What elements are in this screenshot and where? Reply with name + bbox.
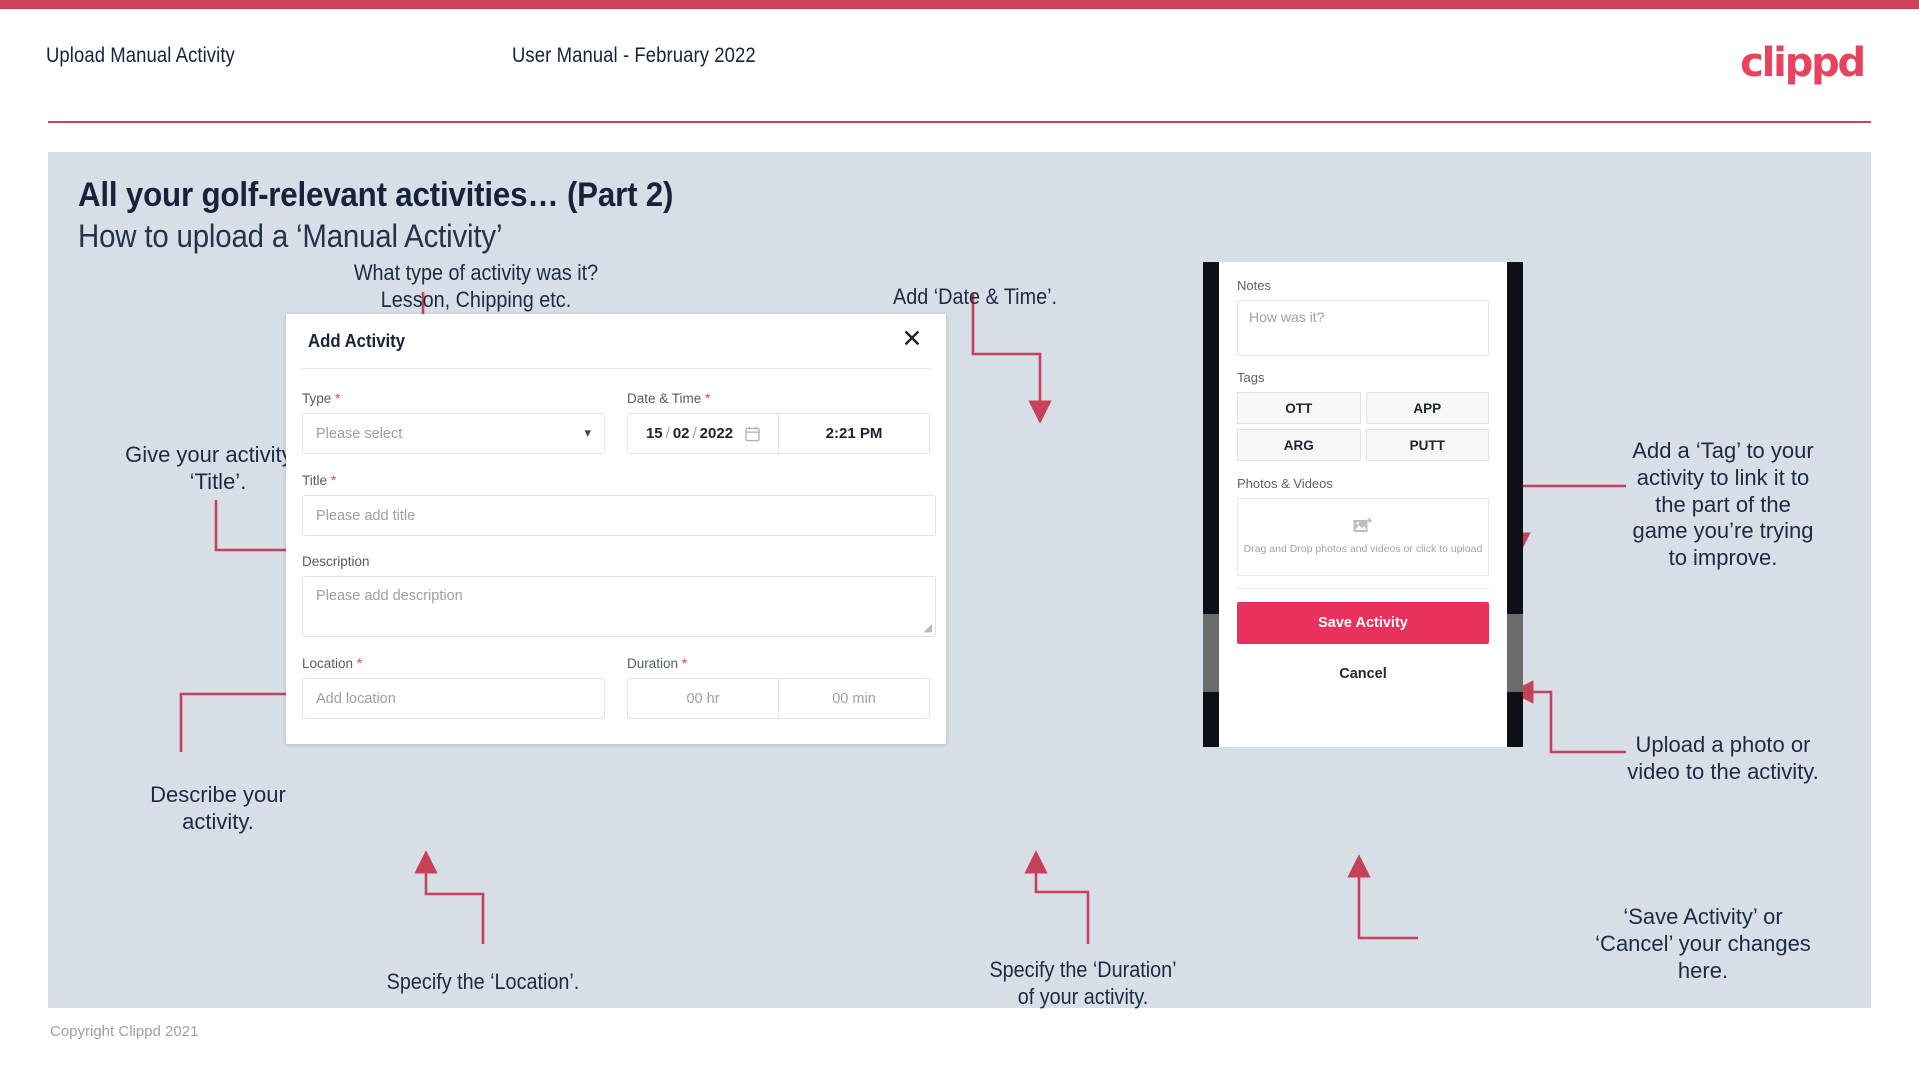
annotation-type: What type of activity was it? Lesson, Ch… <box>353 260 599 312</box>
field-title: Title * Please add title <box>302 472 936 536</box>
cancel-button[interactable]: Cancel <box>1237 666 1489 682</box>
dialog-title: Add Activity <box>308 330 406 351</box>
tags-grid: OTT APP ARG PUTT <box>1237 392 1489 461</box>
close-icon[interactable]: ✕ <box>898 326 926 354</box>
tag-button-arg[interactable]: ARG <box>1237 429 1361 461</box>
label-text-title: Title <box>302 473 328 488</box>
tags-label: Tags <box>1237 370 1265 385</box>
save-activity-button[interactable]: Save Activity <box>1237 602 1489 644</box>
field-label-duration: Duration * <box>627 655 930 671</box>
add-image-icon <box>1353 518 1372 533</box>
annotation-description: Describe your activity. <box>150 782 286 834</box>
description-textarea[interactable]: Please add description ◢ <box>302 576 936 637</box>
footer-copyright: Copyright Clippd 2021 <box>50 1023 199 1040</box>
annotation-location: Specify the ‘Location’. <box>386 969 580 994</box>
notes-label: Notes <box>1237 278 1271 293</box>
title-input[interactable]: Please add title <box>302 495 936 536</box>
date-day: 15 <box>645 425 663 442</box>
tag-button-putt[interactable]: PUTT <box>1365 429 1489 461</box>
phone-bezel-left-accent <box>1203 614 1219 692</box>
field-datetime: Date & Time * 15 / 02 / 2022 2:21 PM <box>627 390 930 454</box>
type-placeholder: Please select <box>316 425 403 442</box>
label-text-description: Description <box>302 554 370 569</box>
duration-hours-input[interactable]: 00 hr <box>628 679 778 718</box>
phone-bezel-right <box>1507 262 1523 747</box>
phone-divider <box>1237 588 1489 589</box>
header-divider <box>48 121 1871 123</box>
calendar-icon[interactable] <box>745 426 760 442</box>
slide-title: All your golf-relevant activities… (Part… <box>78 176 674 214</box>
chevron-down-icon: ▾ <box>584 426 591 441</box>
date-sep-1: / <box>665 425 670 442</box>
required-asterisk-duration: * <box>681 655 688 671</box>
resize-handle-icon[interactable]: ◢ <box>924 621 932 634</box>
label-text-duration: Duration <box>627 656 679 671</box>
description-placeholder: Please add description <box>316 588 463 604</box>
date-input[interactable]: 15 / 02 / 2022 <box>628 414 778 453</box>
dialog-body: Type * Please select ▾ Date & Time * 15 … <box>286 368 946 719</box>
date-month: 02 <box>672 425 690 442</box>
label-text-location: Location <box>302 656 354 671</box>
datetime-group: 15 / 02 / 2022 2:21 PM <box>627 413 930 454</box>
required-asterisk-title: * <box>330 472 337 488</box>
slide-subtitle: How to upload a ‘Manual Activity’ <box>78 218 503 254</box>
time-input[interactable]: 2:21 PM <box>779 414 929 453</box>
photos-label: Photos & Videos <box>1237 476 1333 491</box>
tag-button-ott[interactable]: OTT <box>1237 392 1361 424</box>
phone-bezel-right-accent <box>1507 614 1523 692</box>
add-activity-dialog: Add Activity ✕ Type * Please select ▾ Da… <box>286 314 946 744</box>
field-location: Location * Add location <box>302 655 605 719</box>
phone-content: Notes How was it? Tags OTT APP ARG PUTT … <box>1219 262 1507 682</box>
annotation-save: ‘Save Activity’ or ‘Cancel’ your changes… <box>1595 904 1811 983</box>
phone-bezel-left <box>1203 262 1219 747</box>
top-accent-bar <box>0 0 1919 9</box>
field-label-description: Description <box>302 554 930 569</box>
field-type: Type * Please select ▾ <box>302 390 605 454</box>
photo-dropzone[interactable]: Drag and Drop photos and videos or click… <box>1237 498 1489 576</box>
tag-button-app[interactable]: APP <box>1365 392 1489 424</box>
annotation-duration: Specify the ‘Duration’ of your activity. <box>989 957 1177 1009</box>
slide-body: All your golf-relevant activities… (Part… <box>48 152 1871 1009</box>
row-location-duration: Location * Add location Duration * 00 hr… <box>302 655 930 719</box>
page-title: Upload Manual Activity <box>46 44 235 67</box>
duration-minutes-input[interactable]: 00 min <box>779 679 929 718</box>
annotation-upload: Upload a photo or video to the activity. <box>1627 732 1819 784</box>
dialog-header: Add Activity ✕ <box>286 314 946 368</box>
annotation-tags: Add a ‘Tag’ to your activity to link it … <box>1632 438 1814 571</box>
annotation-datetime: Add ‘Date & Time’. <box>893 284 1057 309</box>
clippd-logo: clippd <box>1740 40 1866 86</box>
field-label-type: Type * <box>302 390 605 406</box>
required-asterisk-type: * <box>335 390 341 406</box>
row-type-datetime: Type * Please select ▾ Date & Time * 15 … <box>302 390 930 454</box>
field-label-datetime: Date & Time * <box>627 390 930 406</box>
header-subtitle: User Manual - February 2022 <box>512 44 756 67</box>
notes-textarea[interactable]: How was it? <box>1237 300 1489 356</box>
page-root: Upload Manual Activity User Manual - Feb… <box>0 0 1919 1079</box>
date-year: 2022 <box>699 425 734 442</box>
label-text-datetime: Date & Time <box>627 391 702 406</box>
field-duration: Duration * 00 hr 00 min <box>627 655 930 719</box>
required-asterisk-datetime: * <box>705 390 711 406</box>
field-label-location: Location * <box>302 655 605 671</box>
location-input[interactable]: Add location <box>302 678 605 719</box>
required-asterisk-location: * <box>356 655 363 671</box>
date-sep-2: / <box>692 425 697 442</box>
type-select[interactable]: Please select ▾ <box>302 413 605 454</box>
phone-screen: Notes How was it? Tags OTT APP ARG PUTT … <box>1219 262 1507 747</box>
duration-group: 00 hr 00 min <box>627 678 930 719</box>
field-label-title: Title * <box>302 472 930 488</box>
field-description: Description Please add description ◢ <box>302 554 936 637</box>
phone-mockup: Notes How was it? Tags OTT APP ARG PUTT … <box>1203 262 1523 747</box>
dropzone-text: Drag and Drop photos and videos or click… <box>1243 543 1483 556</box>
label-text-type: Type <box>302 391 332 406</box>
